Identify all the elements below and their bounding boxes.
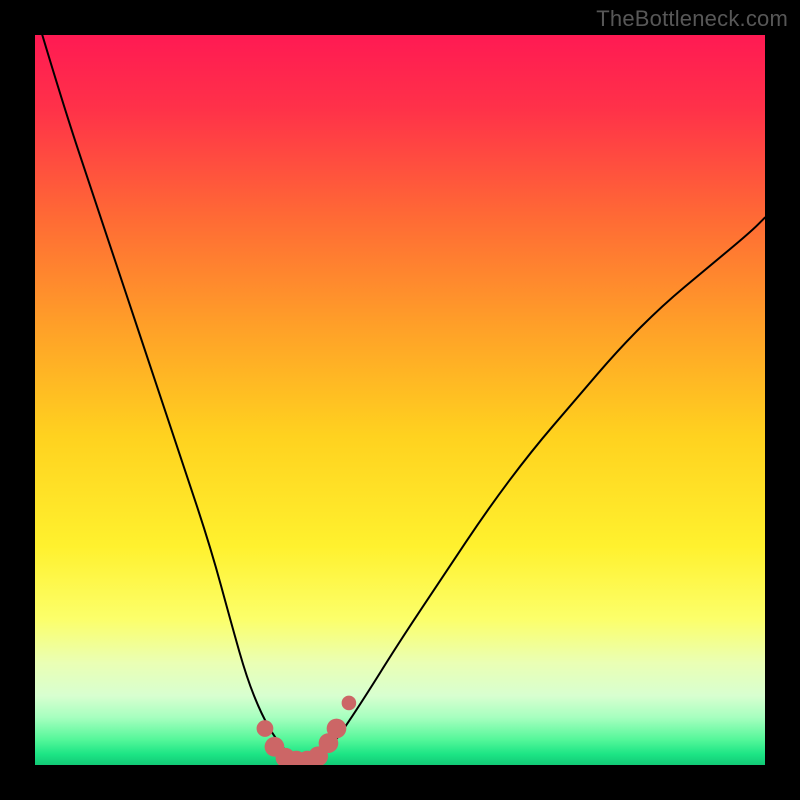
curve-marker [342, 696, 357, 711]
gradient-background [35, 35, 765, 765]
chart-frame: TheBottleneck.com [0, 0, 800, 800]
attribution-label: TheBottleneck.com [596, 6, 788, 32]
plot-area [35, 35, 765, 765]
curve-marker [257, 720, 274, 737]
curve-marker [327, 719, 347, 739]
chart-svg [35, 35, 765, 765]
